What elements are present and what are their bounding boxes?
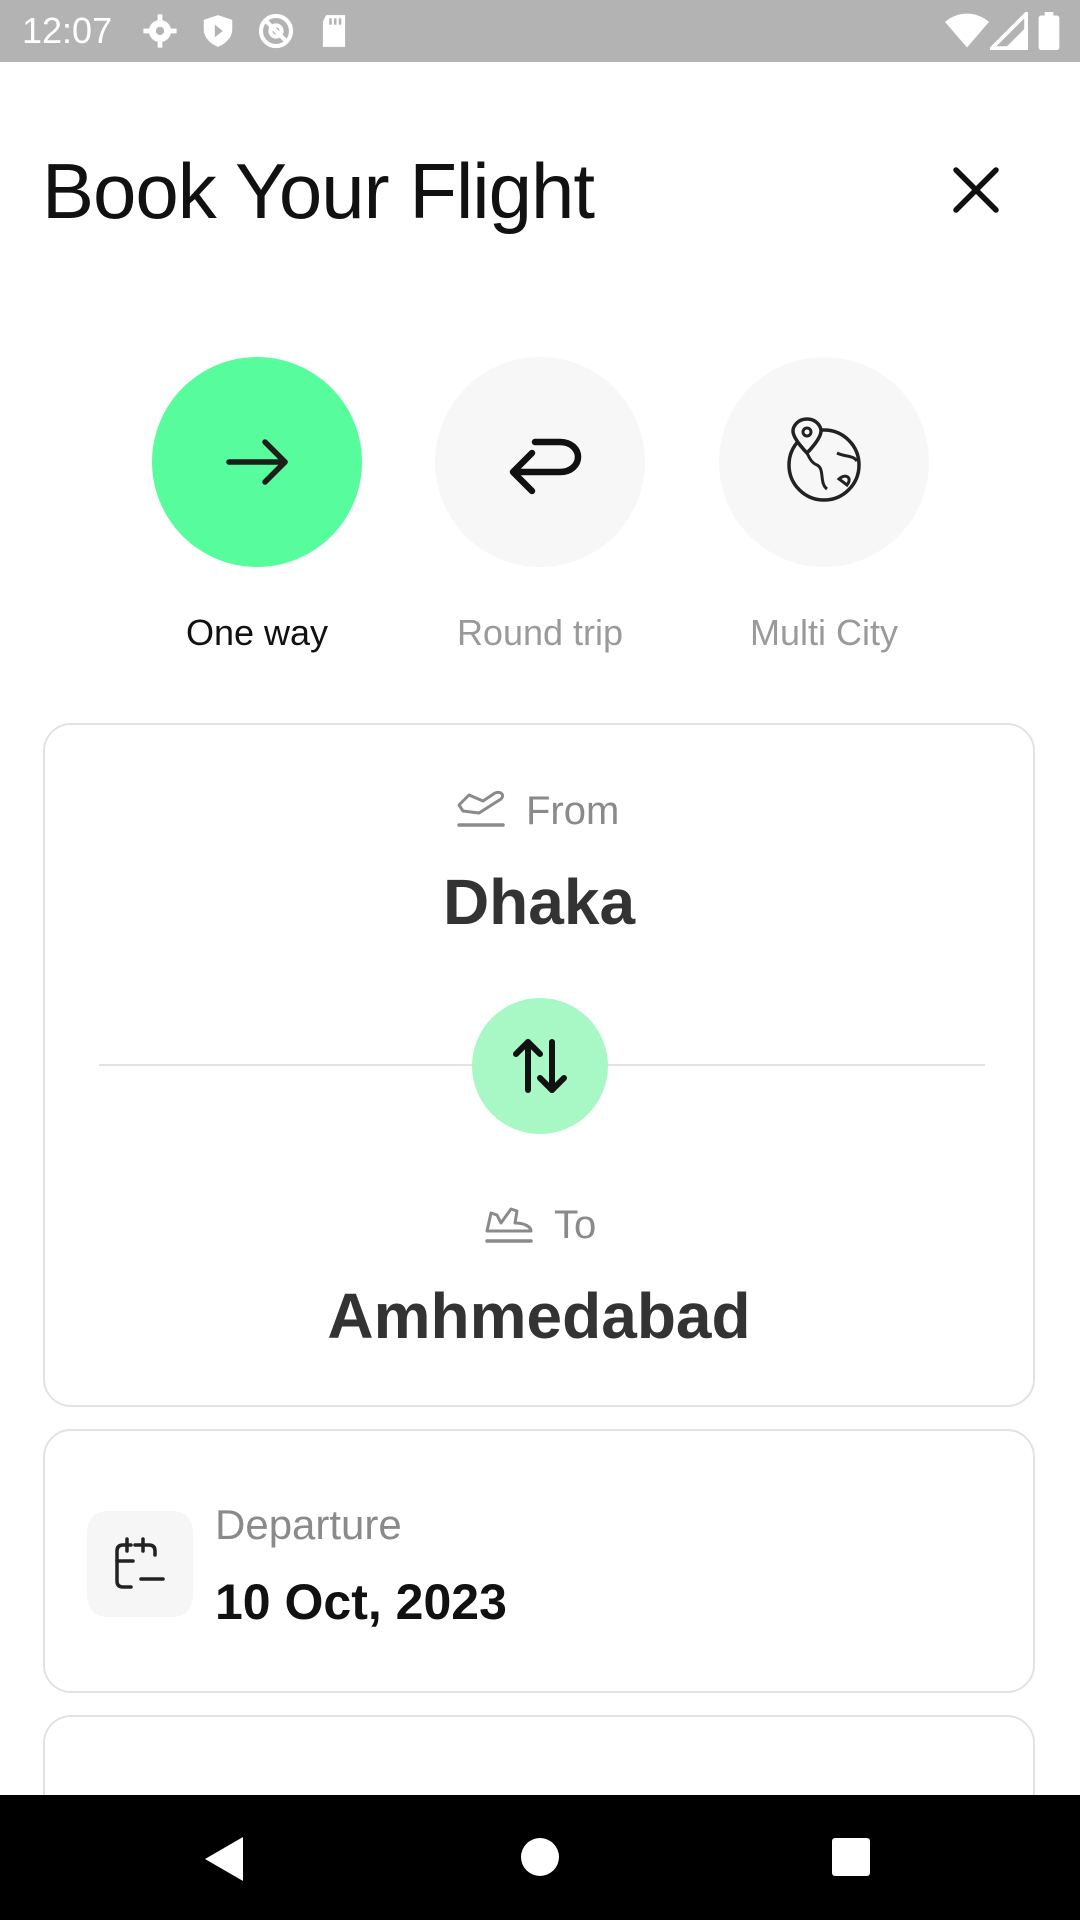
- return-arrow-icon: [509, 438, 582, 495]
- recents-icon[interactable]: [831, 1837, 871, 1877]
- page-title: Book Your Flight: [42, 147, 595, 235]
- signal-icon: [990, 12, 1028, 50]
- wifi-icon: [945, 13, 989, 48]
- battery-icon: [1038, 12, 1060, 50]
- calendar-icon-box: [87, 1511, 193, 1617]
- back-icon[interactable]: [203, 1835, 247, 1883]
- close-icon[interactable]: [946, 160, 1006, 220]
- departure-date: 10 Oct, 2023: [215, 1574, 507, 1630]
- nav-bar: [0, 1795, 1080, 1920]
- status-bar: 12:07: [0, 0, 1080, 62]
- trip-option-label-round-trip: Round trip: [456, 612, 624, 653]
- settings-icon: [143, 14, 177, 48]
- to-label: To: [554, 1203, 597, 1247]
- swap-vertical-icon: [513, 1039, 567, 1093]
- sd-card-icon: [322, 15, 346, 47]
- at-sign-icon: [258, 13, 294, 49]
- swap-button[interactable]: [472, 998, 608, 1134]
- trip-option-round-trip[interactable]: [435, 357, 645, 567]
- from-label: From: [526, 789, 620, 833]
- trip-option-label-multi-city: Multi City: [749, 612, 898, 653]
- trip-option-multi-city[interactable]: [719, 357, 929, 567]
- home-icon[interactable]: [520, 1837, 560, 1877]
- globe-location-icon: [787, 417, 861, 502]
- departure-label: Departure: [215, 1501, 402, 1548]
- trip-option-label-one-way: One way: [185, 612, 329, 653]
- route-card: From Dhaka To Amhmedabad: [43, 723, 1035, 1407]
- status-time: 12:07: [22, 10, 113, 51]
- to-city[interactable]: Amhmedabad: [45, 1279, 1033, 1353]
- calendar-icon: [115, 1537, 165, 1589]
- arrow-right-icon: [226, 439, 288, 485]
- landing-icon: [485, 1207, 533, 1243]
- trip-option-one-way[interactable]: [152, 357, 362, 567]
- departure-card[interactable]: Departure 10 Oct, 2023: [43, 1429, 1035, 1693]
- shield-icon: [203, 15, 233, 47]
- takeoff-icon: [457, 791, 505, 827]
- from-city[interactable]: Dhaka: [45, 865, 1033, 939]
